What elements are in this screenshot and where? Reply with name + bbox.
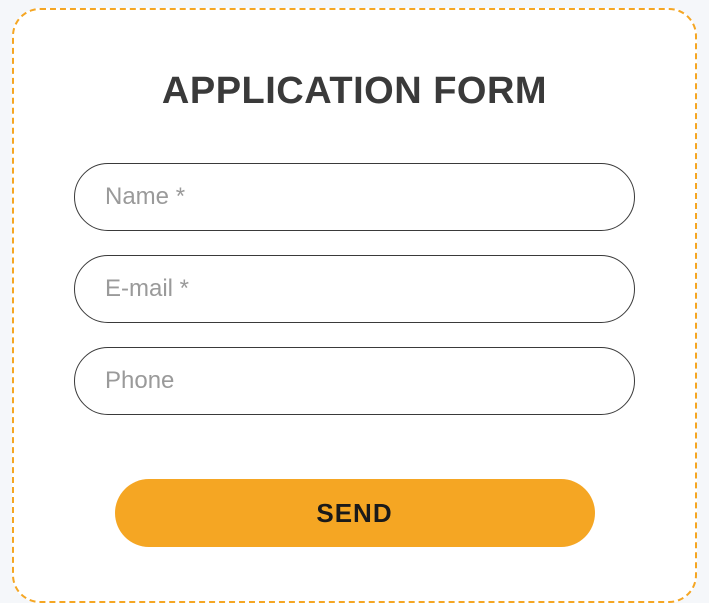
send-button[interactable]: SEND <box>115 479 595 547</box>
application-form-container: APPLICATION FORM SEND <box>12 8 697 603</box>
name-input[interactable] <box>74 163 635 231</box>
phone-input[interactable] <box>74 347 635 415</box>
form-title: APPLICATION FORM <box>74 70 635 113</box>
email-input[interactable] <box>74 255 635 323</box>
